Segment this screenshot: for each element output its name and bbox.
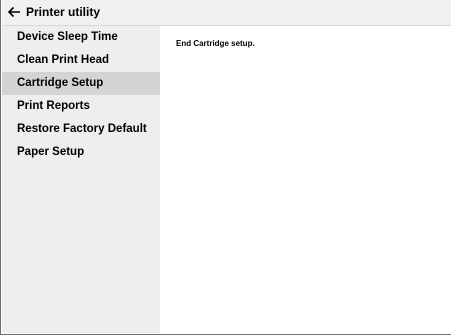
sidebar-item-paper-setup[interactable]: Paper Setup: [2, 141, 160, 164]
title-bar: Printer utility: [2, 0, 451, 26]
sidebar-item-device-sleep-time[interactable]: Device Sleep Time: [2, 26, 160, 49]
page-title: Printer utility: [26, 5, 101, 19]
back-arrow-icon[interactable]: [7, 5, 21, 19]
app-window: Printer utility Device Sleep Time Clean …: [0, 0, 451, 335]
status-message: End Cartridge setup.: [176, 39, 255, 48]
sidebar-item-cartridge-setup[interactable]: Cartridge Setup: [2, 72, 160, 95]
sidebar-item-restore-factory-default[interactable]: Restore Factory Default: [2, 118, 160, 141]
sidebar-item-clean-print-head[interactable]: Clean Print Head: [2, 49, 160, 72]
sidebar-item-print-reports[interactable]: Print Reports: [2, 95, 160, 118]
content-pane: End Cartridge setup.: [160, 26, 449, 333]
sidebar: Device Sleep Time Clean Print Head Cartr…: [2, 26, 160, 333]
